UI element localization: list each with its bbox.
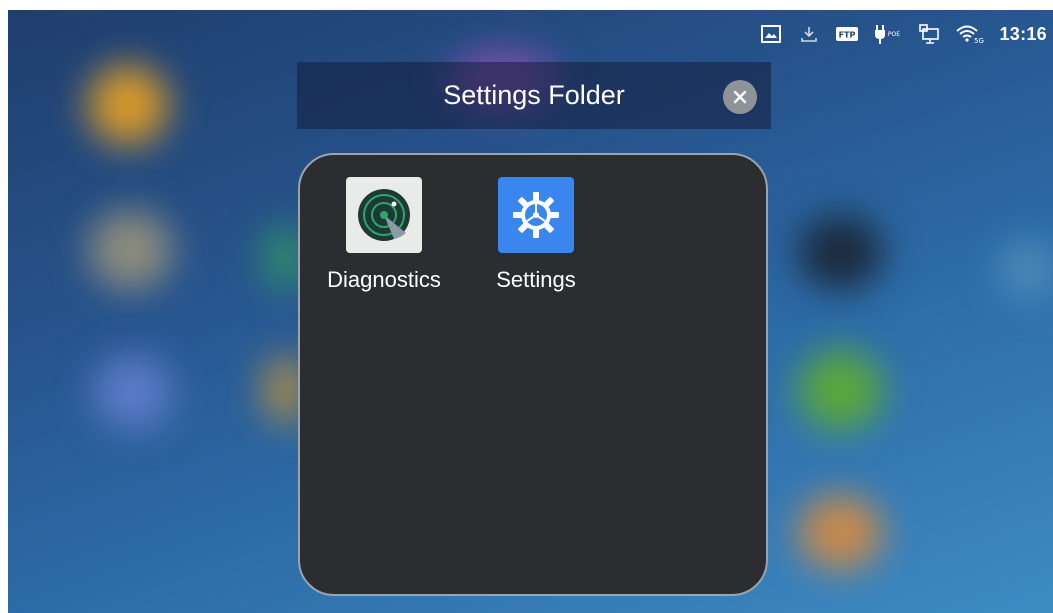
folder-header: Settings Folder bbox=[297, 62, 771, 129]
blurred-app-icon bbox=[798, 495, 883, 570]
svg-text:POE: POE bbox=[888, 31, 900, 38]
blurred-app-icon bbox=[998, 240, 1053, 300]
app-settings[interactable]: Settings bbox=[466, 177, 606, 293]
wifi-icon: 5G bbox=[955, 22, 985, 46]
screenshot-icon bbox=[759, 22, 783, 46]
blurred-app-icon bbox=[93, 355, 173, 430]
blurred-app-icon bbox=[798, 350, 883, 430]
ethernet-icon bbox=[917, 22, 941, 46]
settings-gear-icon bbox=[498, 177, 574, 253]
diagnostics-radar-icon bbox=[346, 177, 422, 253]
folder-panel: Diagnostics Settings bbox=[298, 153, 768, 596]
close-folder-button[interactable] bbox=[723, 80, 757, 114]
download-icon bbox=[797, 22, 821, 46]
svg-text:5G: 5G bbox=[975, 37, 985, 45]
blurred-app-icon bbox=[88, 210, 173, 290]
folder-title[interactable]: Settings Folder bbox=[443, 80, 625, 111]
close-icon bbox=[733, 90, 747, 104]
home-screen: FTP POE 5G 13:16 Settings Folder Diagnos… bbox=[8, 10, 1053, 613]
clock-time: 13:16 bbox=[999, 23, 1047, 44]
ftp-icon: FTP bbox=[835, 22, 859, 46]
app-diagnostics[interactable]: Diagnostics bbox=[314, 177, 454, 293]
poe-power-icon: POE bbox=[873, 22, 903, 46]
status-bar: FTP POE 5G 13:16 bbox=[759, 10, 1053, 58]
app-label: Diagnostics bbox=[327, 267, 441, 292]
blurred-app-icon bbox=[798, 215, 883, 290]
app-label: Settings bbox=[496, 267, 576, 292]
svg-text:FTP: FTP bbox=[839, 31, 856, 40]
blurred-app-icon bbox=[88, 65, 168, 145]
